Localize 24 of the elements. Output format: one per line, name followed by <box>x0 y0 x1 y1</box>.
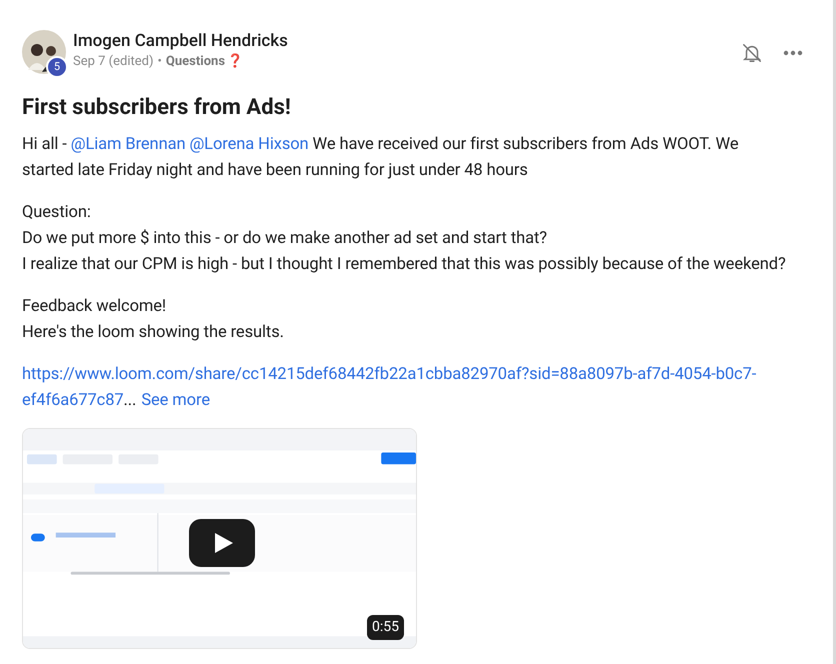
category-link[interactable]: Questions <box>166 53 225 71</box>
post-text-line: Do we put more $ into this - or do we make another ad set and start that? <box>22 228 548 250</box>
post-title: First subscribers from Ads! <box>22 94 292 122</box>
post-date: Sep 7 (edited) <box>73 53 154 71</box>
see-more-link[interactable]: See more <box>141 388 210 414</box>
category-mark: ❓ <box>227 53 243 71</box>
separator-dot: • <box>158 53 162 71</box>
video-duration: 0:55 <box>367 615 404 640</box>
loom-link[interactable]: https://www.loom.com/share/cc14215def68442fb22a1cbba82970af?sid=88a8097b-af7d-4054-b0c7- <box>22 362 756 388</box>
mention-link[interactable]: @Lorena Hixson <box>189 135 309 154</box>
more-icon[interactable] <box>783 50 803 56</box>
post-text-line: Question: <box>22 202 92 224</box>
post-text-line: I realize that our CPM is high - but I thought I remembered that this was possibly because of the weekend? <box>22 254 787 276</box>
loom-link[interactable]: ef4f6a677c87 <box>22 388 124 414</box>
mention-link[interactable]: @Liam Brennan <box>70 135 186 154</box>
video-thumbnail[interactable]: 0:55 <box>22 428 417 649</box>
level-badge: 5 <box>46 56 68 78</box>
play-icon[interactable] <box>189 519 255 567</box>
bell-off-icon[interactable] <box>741 42 763 64</box>
post-paragraph: Hi all - @Liam Brennan @Lorena Hixson We have received our first subscribers from Ads WOOT. We started late Friday night and have been running for just under 48 hours <box>22 134 740 182</box>
post-text-line: Feedback welcome! <box>22 296 168 318</box>
ellipsis-text: ... <box>124 390 136 412</box>
post-text-line: Here's the loom showing the results. <box>22 322 285 344</box>
author-name[interactable]: Imogen Campbell Hendricks <box>73 30 288 52</box>
